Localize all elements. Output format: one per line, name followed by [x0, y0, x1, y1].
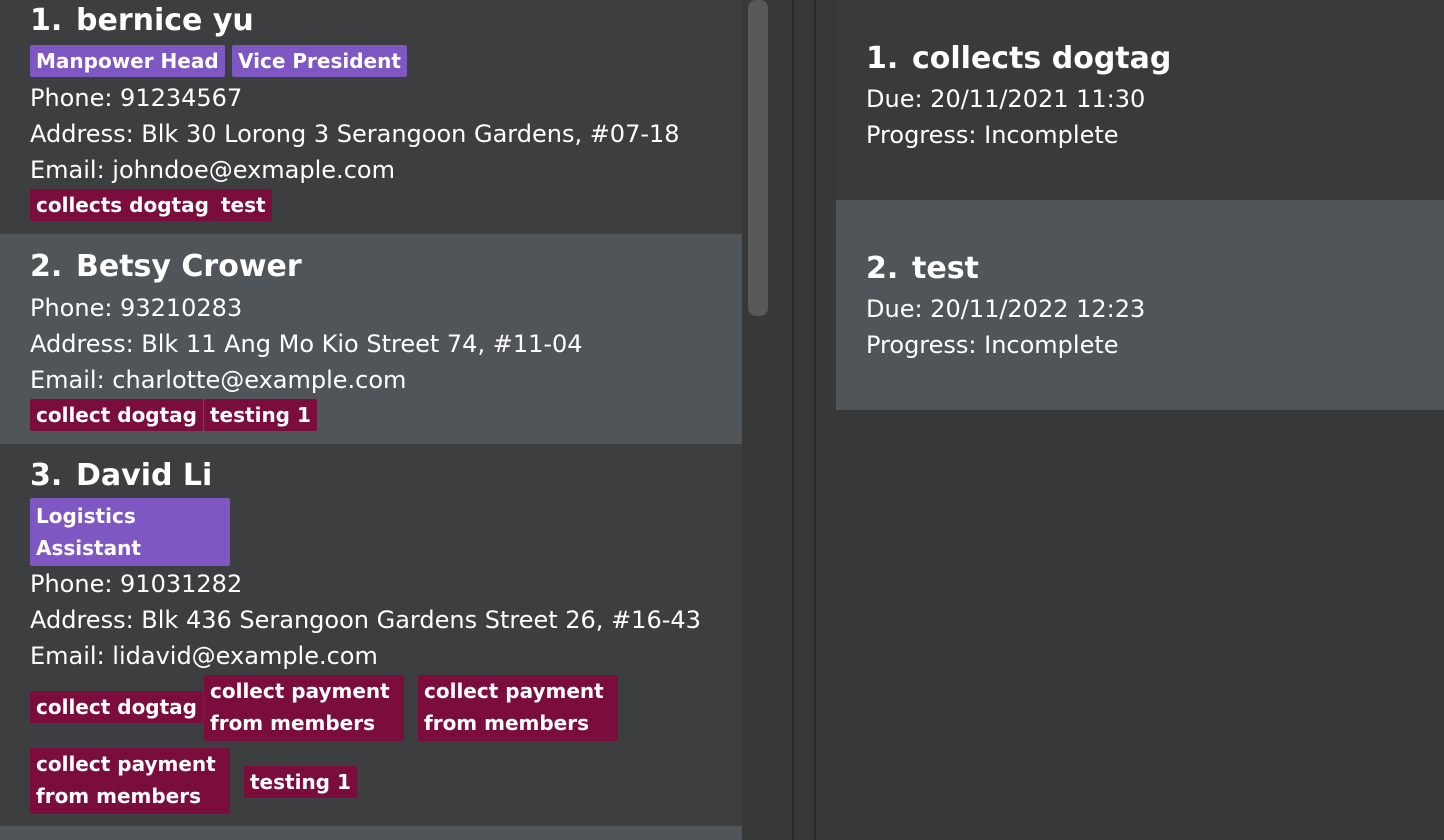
task-tag: testing 1: [204, 399, 317, 431]
task-tag: collect dogtag: [30, 691, 203, 723]
task-progress: Progress: Incomplete: [866, 121, 1119, 149]
split-pane-handle[interactable]: [794, 0, 814, 840]
person-list-scrollbar[interactable]: [742, 0, 794, 840]
task-tag: collects dogtag: [30, 189, 215, 221]
phone-field: Phone: 91031282: [30, 570, 243, 598]
role-tag: Logistics Assistant: [30, 498, 230, 566]
person-name: 2. Betsy Crower: [30, 249, 302, 284]
task-card[interactable]: 1. collects dogtag Due: 20/11/2021 11:30 …: [836, 0, 1444, 200]
email-field: Email: lidavid@example.com: [30, 642, 378, 670]
address-field: Address: Blk 11 Ang Mo Kio Street 74, #1…: [30, 330, 583, 358]
person-name: 3. David Li: [30, 458, 213, 493]
task-due: Due: 20/11/2022 12:23: [866, 295, 1146, 323]
task-tag: test: [215, 189, 272, 221]
address-field: Address: Blk 30 Lorong 3 Serangoon Garde…: [30, 120, 680, 148]
task-tag: testing 1: [244, 766, 357, 798]
email-field: Email: charlotte@example.com: [30, 366, 407, 394]
person-list-panel[interactable]: 1. bernice yu Manpower Head Vice Presiden…: [0, 0, 742, 840]
task-tag: collect payment from members: [30, 748, 230, 814]
phone-field: Phone: 91234567: [30, 84, 243, 112]
email-field: Email: johndoe@exmaple.com: [30, 156, 395, 184]
task-progress: Progress: Incomplete: [866, 331, 1119, 359]
scrollbar-thumb[interactable]: [748, 0, 768, 316]
task-card[interactable]: 2. test Due: 20/11/2022 12:23 Progress: I…: [836, 200, 1444, 410]
person-card[interactable]: 1. bernice yu Manpower Head Vice Presiden…: [0, 0, 742, 234]
task-tag: collect payment from members: [418, 675, 618, 741]
role-tag: Vice President: [232, 45, 407, 77]
person-card[interactable]: [0, 826, 742, 840]
task-tag: collect dogtag: [30, 399, 203, 431]
task-title: 1. collects dogtag: [866, 41, 1172, 76]
address-field: Address: Blk 436 Serangoon Gardens Stree…: [30, 606, 701, 634]
task-due: Due: 20/11/2021 11:30: [866, 85, 1146, 113]
role-tag: Manpower Head: [30, 45, 225, 77]
person-card[interactable]: 2. Betsy Crower Phone: 93210283 Address: …: [0, 234, 742, 444]
phone-field: Phone: 93210283: [30, 294, 243, 322]
task-tag: collect payment from members: [204, 675, 404, 741]
task-title: 2. test: [866, 251, 979, 286]
person-card[interactable]: 3. David Li Logistics Assistant Phone: 91…: [0, 444, 742, 826]
person-name: 1. bernice yu: [30, 3, 254, 38]
task-list-panel[interactable]: 1. collects dogtag Due: 20/11/2021 11:30 …: [816, 0, 1444, 840]
